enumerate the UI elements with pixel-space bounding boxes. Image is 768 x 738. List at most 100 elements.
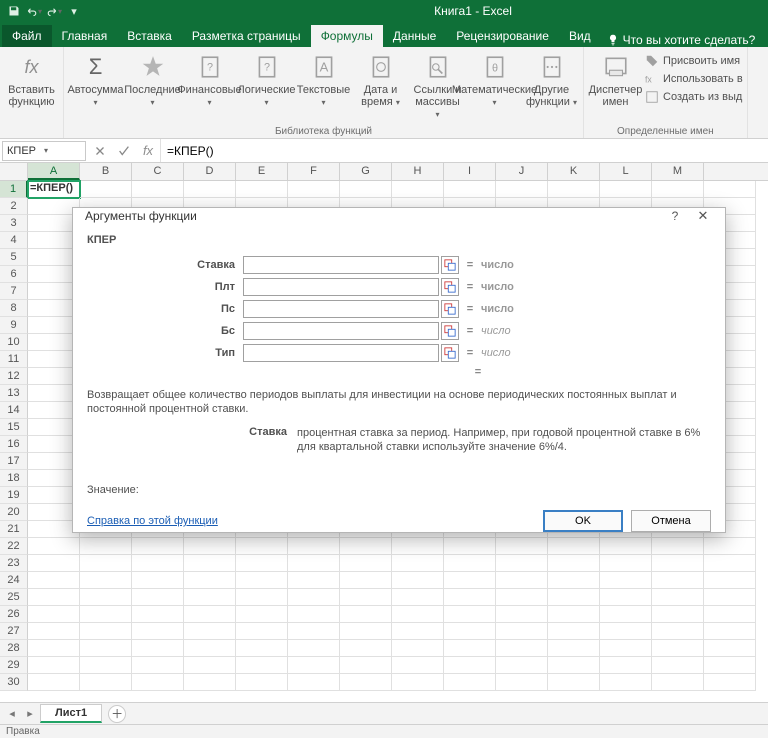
row-header[interactable]: 3 bbox=[0, 215, 28, 232]
tell-me-search[interactable]: Что вы хотите сделать? bbox=[607, 33, 756, 47]
cell[interactable] bbox=[496, 555, 548, 572]
tab-data[interactable]: Данные bbox=[383, 25, 446, 47]
arg-input-pv[interactable] bbox=[243, 300, 439, 318]
row-header[interactable]: 24 bbox=[0, 572, 28, 589]
range-select-icon[interactable] bbox=[441, 322, 459, 340]
dialog-titlebar[interactable]: Аргументы функции ? ✕ bbox=[73, 208, 725, 224]
cell[interactable] bbox=[548, 181, 600, 198]
tab-file[interactable]: Файл bbox=[2, 25, 52, 47]
cell[interactable] bbox=[444, 572, 496, 589]
cell[interactable] bbox=[704, 555, 756, 572]
cell[interactable] bbox=[548, 572, 600, 589]
cell[interactable] bbox=[340, 589, 392, 606]
row-header[interactable]: 7 bbox=[0, 283, 28, 300]
assign-name-button[interactable]: Присвоить имя bbox=[645, 52, 743, 70]
cell[interactable] bbox=[392, 623, 444, 640]
use-in-formula-button[interactable]: fxИспользовать в bbox=[645, 70, 743, 88]
cancel-formula-button[interactable] bbox=[88, 140, 112, 162]
column-header[interactable]: F bbox=[288, 163, 340, 180]
cell[interactable] bbox=[496, 640, 548, 657]
row-header[interactable]: 29 bbox=[0, 657, 28, 674]
cell[interactable] bbox=[548, 623, 600, 640]
row-header[interactable]: 27 bbox=[0, 623, 28, 640]
cell[interactable] bbox=[132, 181, 184, 198]
cell[interactable] bbox=[288, 572, 340, 589]
cell[interactable] bbox=[444, 181, 496, 198]
cell[interactable] bbox=[704, 674, 756, 691]
cell[interactable] bbox=[184, 640, 236, 657]
enter-formula-button[interactable] bbox=[112, 140, 136, 162]
cell[interactable] bbox=[496, 606, 548, 623]
column-header[interactable]: K bbox=[548, 163, 600, 180]
row-header[interactable]: 16 bbox=[0, 436, 28, 453]
column-header[interactable]: A bbox=[28, 163, 80, 180]
cell[interactable] bbox=[652, 555, 704, 572]
range-select-icon[interactable] bbox=[441, 278, 459, 296]
row-header[interactable]: 4 bbox=[0, 232, 28, 249]
cell[interactable] bbox=[28, 623, 80, 640]
row-header[interactable]: 2 bbox=[0, 198, 28, 215]
cell[interactable] bbox=[652, 181, 704, 198]
cell[interactable] bbox=[444, 555, 496, 572]
cell[interactable] bbox=[340, 657, 392, 674]
cell[interactable] bbox=[236, 606, 288, 623]
cell[interactable] bbox=[392, 589, 444, 606]
cell[interactable] bbox=[704, 657, 756, 674]
cell[interactable] bbox=[80, 555, 132, 572]
cell[interactable] bbox=[132, 572, 184, 589]
cell[interactable] bbox=[392, 640, 444, 657]
cell[interactable] bbox=[288, 606, 340, 623]
cell[interactable] bbox=[704, 572, 756, 589]
range-select-icon[interactable] bbox=[441, 300, 459, 318]
cell[interactable] bbox=[80, 674, 132, 691]
cell[interactable] bbox=[184, 657, 236, 674]
cell[interactable] bbox=[652, 623, 704, 640]
cell[interactable] bbox=[288, 623, 340, 640]
row-header[interactable]: 13 bbox=[0, 385, 28, 402]
help-button[interactable]: ? bbox=[661, 209, 689, 223]
cell[interactable] bbox=[392, 657, 444, 674]
arg-input-fv[interactable] bbox=[243, 322, 439, 340]
cell[interactable] bbox=[340, 623, 392, 640]
insert-function-button[interactable]: fx Вставить функцию bbox=[4, 50, 59, 108]
cell[interactable] bbox=[548, 589, 600, 606]
cell[interactable] bbox=[600, 623, 652, 640]
cell[interactable] bbox=[548, 606, 600, 623]
cell[interactable] bbox=[392, 181, 444, 198]
column-header[interactable]: B bbox=[80, 163, 132, 180]
cell[interactable] bbox=[444, 674, 496, 691]
row-header[interactable]: 21 bbox=[0, 521, 28, 538]
cell[interactable] bbox=[288, 589, 340, 606]
close-button[interactable]: ✕ bbox=[689, 208, 717, 224]
chevron-down-icon[interactable]: ▾ bbox=[44, 146, 81, 155]
add-sheet-button[interactable]: ＋ bbox=[108, 705, 126, 723]
name-manager-button[interactable]: Диспетчер имен bbox=[588, 50, 643, 108]
sheet-tab[interactable]: Лист1 bbox=[40, 704, 102, 723]
cell[interactable] bbox=[184, 674, 236, 691]
autosum-button[interactable]: Σ Автосумма ▾ bbox=[68, 50, 123, 109]
cell[interactable] bbox=[444, 589, 496, 606]
cell[interactable] bbox=[704, 606, 756, 623]
cell[interactable] bbox=[132, 657, 184, 674]
cell[interactable] bbox=[548, 555, 600, 572]
row-header[interactable]: 28 bbox=[0, 640, 28, 657]
sheet-nav-next-icon[interactable]: ▸ bbox=[22, 706, 38, 722]
cancel-button[interactable]: Отмена bbox=[631, 510, 711, 532]
tab-review[interactable]: Рецензирование bbox=[446, 25, 559, 47]
column-header[interactable]: I bbox=[444, 163, 496, 180]
cell[interactable] bbox=[600, 674, 652, 691]
cell[interactable] bbox=[704, 589, 756, 606]
cell[interactable] bbox=[132, 640, 184, 657]
cell[interactable] bbox=[496, 589, 548, 606]
arg-input-pmt[interactable] bbox=[243, 278, 439, 296]
select-all-corner[interactable] bbox=[0, 163, 28, 180]
cell[interactable] bbox=[80, 606, 132, 623]
cell[interactable] bbox=[80, 640, 132, 657]
cell[interactable] bbox=[600, 181, 652, 198]
cell[interactable] bbox=[132, 674, 184, 691]
cell[interactable] bbox=[184, 606, 236, 623]
row-header[interactable]: 5 bbox=[0, 249, 28, 266]
recent-functions-button[interactable]: Последние ▾ bbox=[125, 50, 180, 109]
more-functions-button[interactable]: Другие функции ▾ bbox=[524, 50, 579, 109]
cell[interactable] bbox=[496, 657, 548, 674]
